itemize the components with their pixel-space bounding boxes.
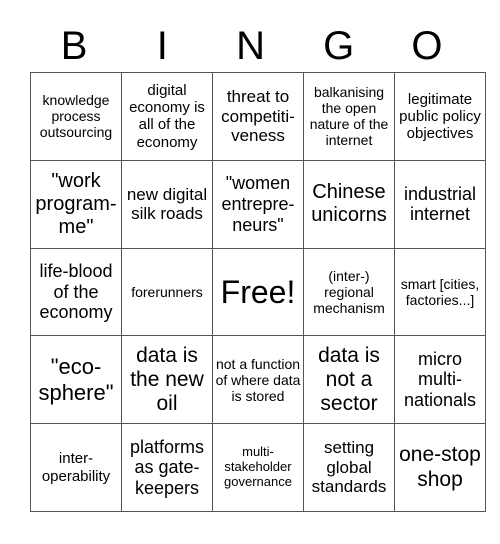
bingo-cell[interactable]: inter-operability <box>30 423 122 512</box>
header-letter-o: O <box>411 24 443 68</box>
header-letter-n: N <box>236 24 265 68</box>
bingo-cell[interactable]: one-stop shop <box>394 423 486 512</box>
bingo-cell[interactable]: data is not a sector <box>303 335 395 425</box>
bingo-cell[interactable]: micro multi-nationals <box>394 335 486 425</box>
bingo-cell[interactable]: (inter-) regional mechanism <box>303 247 395 337</box>
bingo-cell[interactable]: knowledge process outsourcing <box>30 72 122 161</box>
bingo-cell[interactable]: "women entrepre-neurs" <box>212 159 304 249</box>
bingo-cell[interactable]: new digital silk roads <box>121 159 213 249</box>
header-letter-b: B <box>60 24 88 68</box>
bingo-grid: knowledge process outsourcing digital ec… <box>30 72 486 512</box>
grid-row: "work program-me" new digital silk roads… <box>30 159 486 249</box>
bingo-cell[interactable]: forerunners <box>121 247 213 337</box>
grid-row: inter-operability platforms as gate-keep… <box>30 423 486 512</box>
grid-row: knowledge process outsourcing digital ec… <box>30 72 486 161</box>
bingo-cell[interactable]: Chinese unicorns <box>303 159 395 249</box>
bingo-cell[interactable]: threat to competiti-veness <box>212 72 304 161</box>
bingo-cell[interactable]: smart [cities, factories...] <box>394 247 486 337</box>
bingo-cell[interactable]: "eco-sphere" <box>30 335 122 425</box>
bingo-cell[interactable]: multi-stakeholder governance <box>212 423 304 512</box>
grid-row: life-blood of the economy forerunners Fr… <box>30 247 486 337</box>
bingo-cell[interactable]: life-blood of the economy <box>30 247 122 337</box>
bingo-cell[interactable]: not a function of where data is stored <box>212 335 304 425</box>
bingo-header: B I N G O <box>30 22 471 70</box>
header-letter-i: I <box>156 24 168 68</box>
bingo-cell[interactable]: legitimate public policy objectives <box>394 72 486 161</box>
grid-row: "eco-sphere" data is the new oil not a f… <box>30 335 486 425</box>
bingo-cell[interactable]: platforms as gate-keepers <box>121 423 213 512</box>
bingo-cell[interactable]: industrial internet <box>394 159 486 249</box>
bingo-cell[interactable]: digital economy is all of the economy <box>121 72 213 161</box>
bingo-cell[interactable]: "work program-me" <box>30 159 122 249</box>
free-space-cell[interactable]: Free! <box>212 247 304 337</box>
bingo-cell[interactable]: setting global standards <box>303 423 395 512</box>
header-letter-g: G <box>323 24 355 68</box>
bingo-cell[interactable]: data is the new oil <box>121 335 213 425</box>
bingo-cell[interactable]: balkanising the open nature of the inter… <box>303 72 395 161</box>
